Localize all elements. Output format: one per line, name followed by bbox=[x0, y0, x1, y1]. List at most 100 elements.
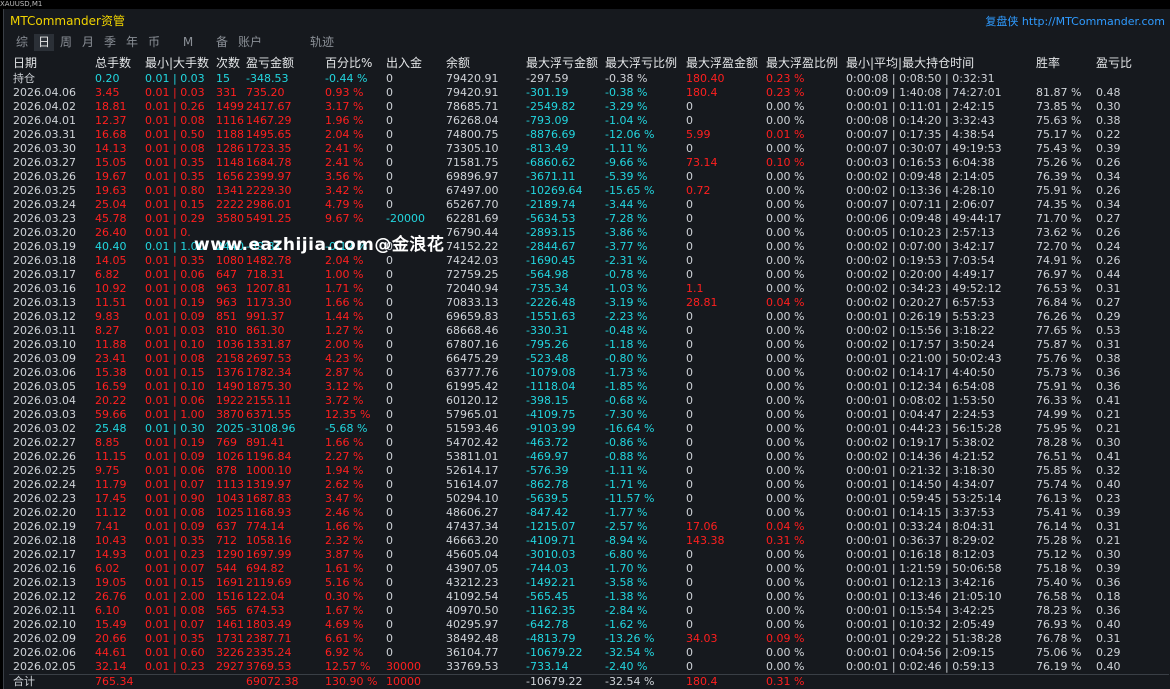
cell-time: 0:00:01 | 0:08:02 | 1:53:50 bbox=[846, 394, 995, 407]
table-row[interactable]: 2026.02.24 11.79 0.01 | 0.07 1113 1319.97 2.6… bbox=[9, 478, 1169, 492]
tab-3[interactable]: 月 bbox=[78, 34, 98, 51]
cell-win: 75.73 % bbox=[1036, 366, 1082, 379]
cell-ratio: 0.38 bbox=[1096, 114, 1121, 127]
table-row[interactable]: 2026.03.18 14.05 0.01 | 0.35 1080 1482.78 2.0… bbox=[9, 254, 1169, 268]
table-row[interactable]: 2026.03.17 6.82 0.01 | 0.06 647 718.31 1.00 %… bbox=[9, 268, 1169, 282]
table-row[interactable]: 2026.02.19 7.41 0.01 | 0.09 637 774.14 1.66 %… bbox=[9, 520, 1169, 534]
table-row[interactable]: 2026.02.26 11.15 0.01 | 0.09 1026 1196.84 2.2… bbox=[9, 450, 1169, 464]
cell-ratio: 0.40 bbox=[1096, 618, 1121, 631]
tab-2[interactable]: 周 bbox=[56, 34, 76, 51]
cell-mfl: -469.97 bbox=[526, 450, 569, 463]
table-row[interactable]: 2026.02.23 17.45 0.01 | 0.90 1043 1687.83 3.4… bbox=[9, 492, 1169, 506]
column-header[interactable]: 盈亏比 bbox=[1096, 55, 1132, 72]
cell-ratio: 0.30 bbox=[1096, 436, 1121, 449]
cell-minmax: 0.01 | 0.35 bbox=[145, 156, 205, 169]
table-row[interactable]: 2026.03.27 15.05 0.01 | 0.35 1148 1684.78 2.4… bbox=[9, 156, 1169, 170]
tab-7[interactable]: M bbox=[178, 34, 198, 51]
cell-balance: 69896.97 bbox=[446, 170, 499, 183]
cell-date: 2026.02.25 bbox=[13, 464, 76, 477]
table-row[interactable]: 2026.04.01 12.37 0.01 | 0.08 1116 1467.29 1.9… bbox=[9, 114, 1169, 128]
table-row[interactable]: 2026.02.06 44.61 0.01 | 0.60 3226 2335.24 6.9… bbox=[9, 646, 1169, 660]
table-row[interactable]: 2026.02.09 20.66 0.01 | 0.35 1731 2387.71 6.6… bbox=[9, 632, 1169, 646]
column-header[interactable]: 日期 bbox=[13, 55, 37, 72]
column-header[interactable]: 出入金 bbox=[386, 55, 422, 72]
tab-5[interactable]: 年 bbox=[122, 34, 142, 51]
table-row[interactable]: 2026.03.30 14.13 0.01 | 0.08 1286 1723.35 2.4… bbox=[9, 142, 1169, 156]
table-row[interactable]: 2026.03.03 59.66 0.01 | 1.00 3870 6371.55 12.… bbox=[9, 408, 1169, 422]
column-header[interactable]: 最小|平均|最大持仓时间 bbox=[846, 55, 974, 72]
cell-count: 1516 bbox=[216, 590, 244, 603]
table-row[interactable]: 2026.03.05 16.59 0.01 | 0.10 1490 1875.30 3.1… bbox=[9, 380, 1169, 394]
column-header[interactable]: 最大浮亏金额 bbox=[526, 55, 598, 72]
cell-win: 73.62 % bbox=[1036, 226, 1082, 239]
cell-mflp: -0.88 % bbox=[605, 450, 648, 463]
cell-io: 0 bbox=[386, 310, 393, 323]
website-link[interactable]: http://MTCommander.com bbox=[1022, 15, 1165, 28]
column-header[interactable]: 最大浮亏比例 bbox=[605, 55, 677, 72]
cell-mfpp: 0.00 % bbox=[766, 268, 805, 281]
table-row[interactable]: 2026.03.23 45.78 0.01 | 0.29 3580 5491.25 9.6… bbox=[9, 212, 1169, 226]
column-header[interactable]: 最大浮盈比例 bbox=[766, 55, 838, 72]
column-header[interactable]: 总手数 bbox=[95, 55, 131, 72]
table-row[interactable]: 2026.03.11 8.27 0.01 | 0.03 810 861.30 1.27 %… bbox=[9, 324, 1169, 338]
cell-mfp: 0 bbox=[686, 170, 693, 183]
table-row[interactable]: 2026.03.20 26.40 0.01 | 0. 76790.44 -2893.15… bbox=[9, 226, 1169, 240]
tab-1[interactable]: 日 bbox=[34, 34, 54, 51]
table-row[interactable]: 2026.02.10 15.49 0.01 | 0.07 1461 1803.49 4.6… bbox=[9, 618, 1169, 632]
tab-10[interactable]: 轨迹 bbox=[306, 34, 338, 51]
table-row[interactable]: 2026.02.11 6.10 0.01 | 0.08 565 674.53 1.67 %… bbox=[9, 604, 1169, 618]
table-row[interactable]: 2026.03.31 16.68 0.01 | 0.50 1188 1495.65 2.0… bbox=[9, 128, 1169, 142]
table-row[interactable]: 2026.02.05 32.14 0.01 | 0.23 2927 3769.53 12.… bbox=[9, 660, 1169, 674]
table-row[interactable]: 2026.04.06 3.45 0.01 | 0.03 331 735.20 0.93 %… bbox=[9, 86, 1169, 100]
cell-count: 1080 bbox=[216, 254, 244, 267]
table-row[interactable]: 2026.03.26 19.67 0.01 | 0.35 1656 2399.97 3.5… bbox=[9, 170, 1169, 184]
table-row[interactable]: 2026.02.13 19.05 0.01 | 0.15 1691 2119.69 5.1… bbox=[9, 576, 1169, 590]
table-row[interactable]: 2026.02.12 26.76 0.01 | 2.00 1516 122.04 0.30… bbox=[9, 590, 1169, 604]
column-header[interactable]: 余额 bbox=[446, 55, 470, 72]
table-row[interactable]: 2026.02.27 8.85 0.01 | 0.19 769 891.41 1.66 %… bbox=[9, 436, 1169, 450]
column-header[interactable]: 最大浮盈金额 bbox=[686, 55, 758, 72]
table-row[interactable]: 2026.03.25 19.63 0.01 | 0.80 1341 2229.30 3.4… bbox=[9, 184, 1169, 198]
table-row[interactable]: 2026.04.02 18.81 0.01 | 0.26 1499 2417.67 3.1… bbox=[9, 100, 1169, 114]
table-row[interactable]: 2026.02.18 10.43 0.01 | 0.35 712 1058.16 2.32… bbox=[9, 534, 1169, 548]
table-row[interactable]: 2026.02.16 6.02 0.01 | 0.07 544 694.82 1.61 %… bbox=[9, 562, 1169, 576]
table-row[interactable]: 2026.02.17 14.93 0.01 | 0.23 1290 1697.99 3.8… bbox=[9, 548, 1169, 562]
tab-6[interactable]: 币 bbox=[144, 34, 164, 51]
cell-count: 3226 bbox=[216, 646, 244, 659]
cell-mfpp: 0.23 % bbox=[766, 72, 805, 85]
table-row[interactable]: 2026.02.20 11.12 0.01 | 0.08 1025 1168.93 2.4… bbox=[9, 506, 1169, 520]
cell-lots: 19.67 bbox=[95, 170, 127, 183]
table-row[interactable]: 2026.03.10 11.88 0.01 | 0.10 1036 1331.87 2.0… bbox=[9, 338, 1169, 352]
table-row[interactable]: 2026.03.13 11.51 0.01 | 0.19 963 1173.30 1.66… bbox=[9, 296, 1169, 310]
tab-0[interactable]: 综 bbox=[12, 34, 32, 51]
column-header[interactable]: 次数 bbox=[216, 55, 240, 72]
table-row[interactable]: 2026.03.04 20.22 0.01 | 0.06 1922 2155.11 3.7… bbox=[9, 394, 1169, 408]
cell-io: 0 bbox=[386, 366, 393, 379]
table-row[interactable]: 2026.03.24 25.04 0.01 | 0.15 2222 2986.01 4.7… bbox=[9, 198, 1169, 212]
table-row[interactable]: 2026.03.12 9.83 0.01 | 0.09 851 991.37 1.44 %… bbox=[9, 310, 1169, 324]
column-header[interactable]: 最小|大手数 bbox=[145, 55, 209, 72]
column-header[interactable]: 胜率 bbox=[1036, 55, 1060, 72]
tab-8[interactable]: 备 bbox=[212, 34, 232, 51]
cell-count: 1290 bbox=[216, 548, 244, 561]
cell-win: 75.26 % bbox=[1036, 156, 1082, 169]
cell-pnl: 122.04 bbox=[246, 590, 285, 603]
cell-date: 2026.02.13 bbox=[13, 576, 76, 589]
cell-win: 75.85 % bbox=[1036, 464, 1082, 477]
table-row[interactable]: 2026.02.25 9.75 0.01 | 0.06 878 1000.10 1.94 … bbox=[9, 464, 1169, 478]
cell-win: 75.40 % bbox=[1036, 576, 1082, 589]
tab-9[interactable]: 账户 bbox=[234, 34, 266, 51]
cell-count: 1116 bbox=[216, 114, 244, 127]
cell-date: 2026.02.05 bbox=[13, 660, 76, 673]
total-row[interactable]: 合计 765.34 69072.38 130.90 % 10000 -10679.22 -3… bbox=[9, 674, 1169, 689]
table-row[interactable]: 2026.03.16 10.92 0.01 | 0.08 963 1207.81 1.71… bbox=[9, 282, 1169, 296]
tab-4[interactable]: 季 bbox=[100, 34, 120, 51]
column-header[interactable]: 盈亏金额 bbox=[246, 55, 294, 72]
replay-link[interactable]: 复盘侠 bbox=[985, 15, 1018, 28]
table-row[interactable]: 2026.03.09 23.41 0.01 | 0.08 2158 2697.53 4.2… bbox=[9, 352, 1169, 366]
column-header[interactable]: 百分比% bbox=[325, 55, 372, 72]
table-row[interactable]: 2026.03.02 25.48 0.01 | 0.30 2025 -3108.96 -5… bbox=[9, 422, 1169, 436]
table-row[interactable]: 持仓 0.20 0.01 | 0.03 15 -348.53 -0.44 % 0 79420.… bbox=[9, 72, 1169, 86]
table-row[interactable]: 2026.03.06 15.38 0.01 | 0.15 1376 1782.34 2.8… bbox=[9, 366, 1169, 380]
table-row[interactable]: 2026.03.19 40.40 0.01 | 1.00 2440 -89.81 -0.1… bbox=[9, 240, 1169, 254]
